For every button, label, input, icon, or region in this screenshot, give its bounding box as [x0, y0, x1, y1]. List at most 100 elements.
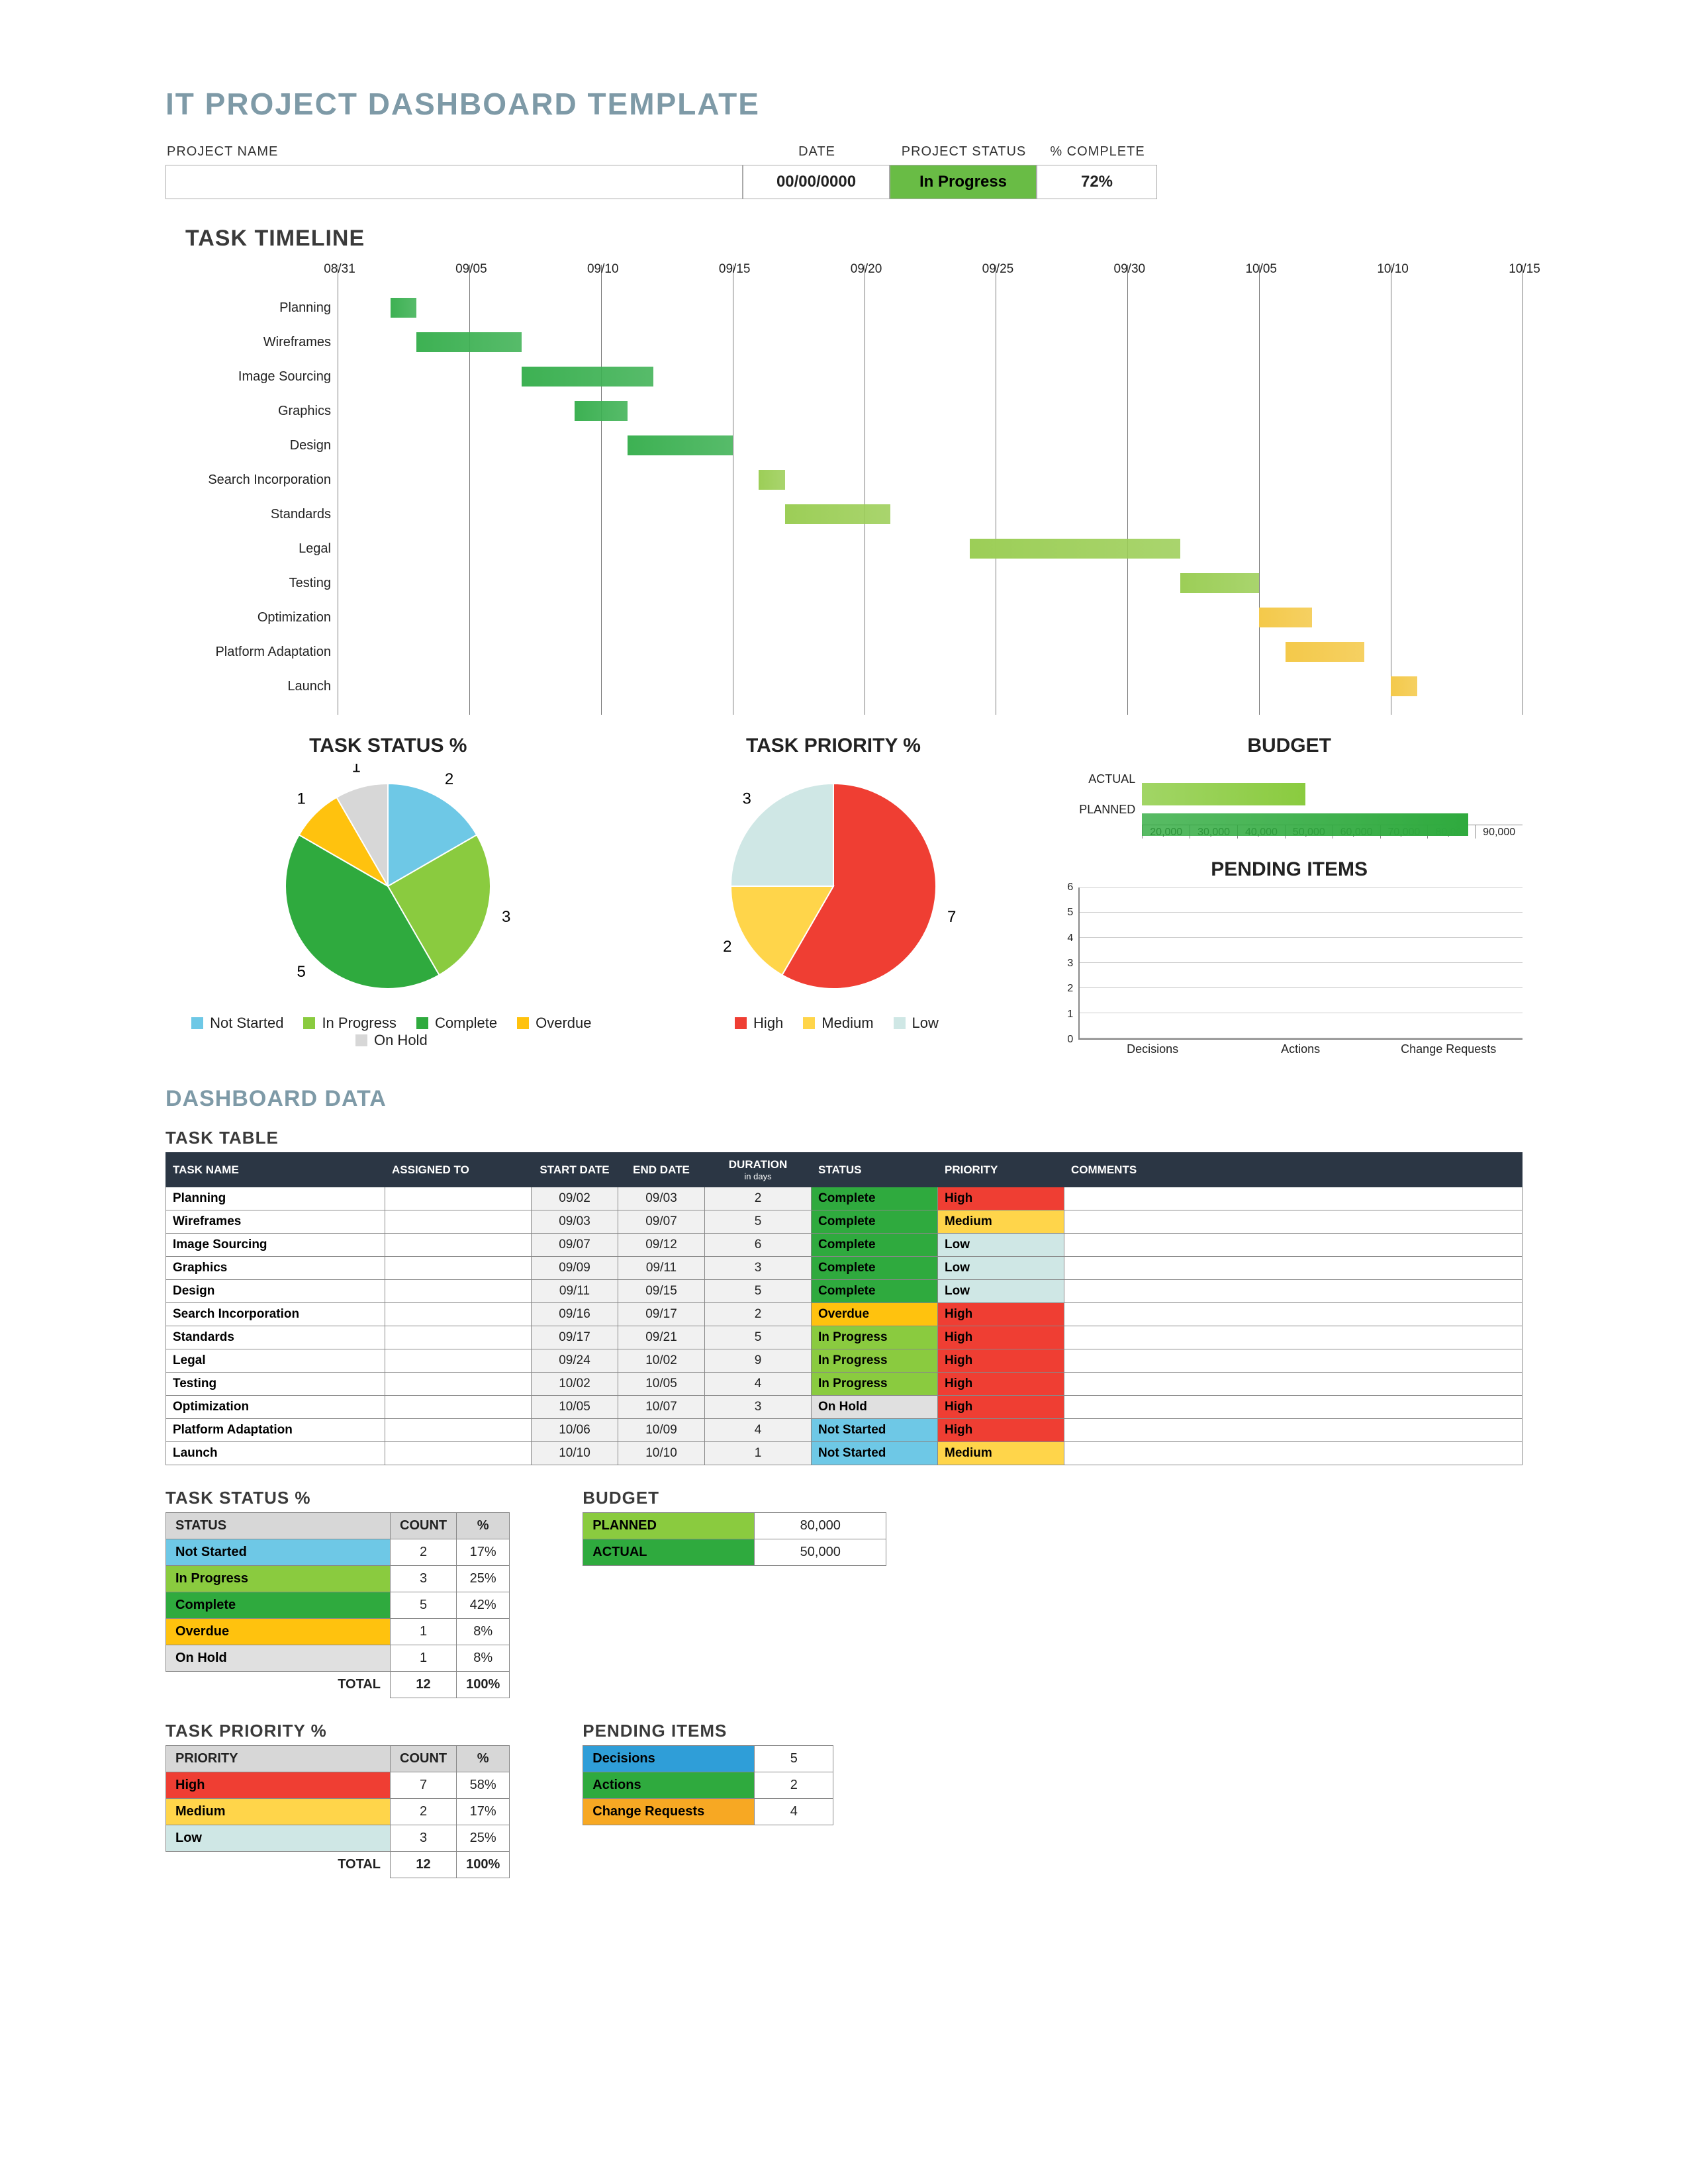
legend-status: Not StartedIn ProgressCompleteOverdueOn … [165, 1015, 611, 1049]
table-row: Search Incorporation09/1609/172OverdueHi… [166, 1303, 1523, 1326]
pending-ytick: 0 [1067, 1034, 1073, 1046]
pending-ytick: 5 [1067, 907, 1073, 919]
table-row: On Hold18% [166, 1645, 510, 1672]
table-row: Actions2 [583, 1772, 833, 1799]
priority-tbl: PRIORITYCOUNT%High758%Medium217%Low325%T… [165, 1745, 510, 1878]
chart-priority-pie: 723 [694, 764, 972, 1002]
budget-bar [1142, 783, 1305, 805]
gantt-tick: 08/31 [320, 262, 359, 277]
title-budget: BUDGET [1056, 735, 1523, 757]
table-row: Standards09/1709/215In ProgressHigh [166, 1326, 1523, 1349]
legend-item: On Hold [349, 1032, 428, 1048]
gantt-row-label: Image Sourcing [165, 369, 331, 385]
gantt-tick: 09/15 [715, 262, 755, 277]
table-row: Medium217% [166, 1799, 510, 1825]
table-row: PLANNED80,000 [583, 1513, 886, 1539]
gantt-tick: 09/05 [451, 262, 491, 277]
title-priority-pie: TASK PRIORITY % [611, 735, 1056, 757]
mid-panels: TASK STATUS % 23511 Not StartedIn Progre… [165, 735, 1523, 1060]
pie-label: 2 [723, 938, 731, 956]
table-row: Not Started217% [166, 1539, 510, 1566]
gantt-bar [522, 367, 653, 387]
table-row: In Progress325% [166, 1566, 510, 1592]
label-project-name: PROJECT NAME [165, 142, 743, 165]
table-row: Graphics09/0909/113CompleteLow [166, 1257, 1523, 1280]
legend-item: Not Started [185, 1015, 283, 1031]
legend-item: Overdue [510, 1015, 591, 1031]
title-priority-tbl: TASK PRIORITY % [165, 1721, 510, 1741]
pending-tbl: Decisions5Actions2Change Requests4 [583, 1745, 833, 1825]
pending-xlabel: Actions [1227, 1042, 1375, 1060]
gantt-tick: 09/20 [847, 262, 886, 277]
pie-label: 3 [502, 908, 510, 926]
input-project-name[interactable] [165, 165, 743, 199]
budget-tick: 90,000 [1475, 825, 1523, 839]
table-row: Legal09/2410/029In ProgressHigh [166, 1349, 1523, 1373]
gantt-row-label: Planning [165, 300, 331, 316]
table-row: ACTUAL50,000 [583, 1539, 886, 1566]
pending-ytick: 1 [1067, 1009, 1073, 1021]
gantt-bar [785, 504, 890, 524]
gantt-row-label: Design [165, 438, 331, 453]
gantt-bar [759, 470, 785, 490]
gantt-chart: 08/31 09/05 09/10 09/15 09/20 09/25 09/30 10/05… [165, 265, 1523, 715]
table-row: Wireframes09/0309/075CompleteMedium [166, 1210, 1523, 1234]
title-budget-tbl: BUDGET [583, 1488, 886, 1508]
section-dashboard-data: DASHBOARD DATA [165, 1086, 1523, 1112]
chart-pending: 0123456DecisionsActionsChange Requests [1056, 887, 1523, 1060]
gantt-bar [628, 435, 733, 455]
pending-xlabel: Decisions [1078, 1042, 1227, 1060]
table-row: Overdue18% [166, 1619, 510, 1645]
title-pending-tbl: PENDING ITEMS [583, 1721, 833, 1741]
title-task-table: TASK TABLE [165, 1128, 1523, 1148]
budget-bar [1142, 813, 1468, 836]
gantt-row-label: Wireframes [165, 335, 331, 350]
gantt-row-label: Platform Adaptation [165, 645, 331, 660]
gantt-row-label: Optimization [165, 610, 331, 625]
label-pct: % COMPLETE [1037, 142, 1157, 165]
project-header: PROJECT NAME DATE 00/00/0000 PROJECT STA… [165, 142, 1523, 199]
gantt-tick: 10/10 [1373, 262, 1413, 277]
gantt-tick: 10/05 [1241, 262, 1281, 277]
gantt-bar [575, 401, 628, 421]
table-row: Decisions5 [583, 1746, 833, 1772]
legend-priority: HighMediumLow [611, 1015, 1056, 1032]
status-tbl: STATUSCOUNT%Not Started217%In Progress32… [165, 1512, 510, 1698]
value-pct: 72% [1037, 165, 1157, 199]
gantt-bar [1180, 573, 1259, 593]
section-timeline: TASK TIMELINE [185, 226, 1523, 251]
pie-label: 2 [445, 770, 453, 788]
gantt-row-label: Launch [165, 679, 331, 694]
gantt-tick: 09/10 [583, 262, 623, 277]
gantt-row-label: Testing [165, 576, 331, 591]
gantt-bar [1259, 608, 1312, 627]
label-date: DATE [743, 142, 890, 165]
table-row: Design09/1109/155CompleteLow [166, 1280, 1523, 1303]
pie-label: 1 [297, 790, 306, 808]
chart-status-pie: 23511 [249, 764, 527, 1002]
gantt-row-label: Legal [165, 541, 331, 557]
gantt-bar [1391, 676, 1417, 696]
gantt-row-label: Search Incorporation [165, 473, 331, 488]
pending-xlabel: Change Requests [1374, 1042, 1523, 1060]
legend-item: Medium [796, 1015, 873, 1031]
input-date[interactable]: 00/00/0000 [743, 165, 890, 199]
gantt-bar [391, 298, 417, 318]
pie-label: 1 [352, 764, 361, 776]
table-row: Optimization10/0510/073On HoldHigh [166, 1396, 1523, 1419]
pending-ytick: 3 [1067, 958, 1073, 970]
gantt-tick: 09/25 [978, 262, 1017, 277]
gantt-tick: 09/30 [1109, 262, 1149, 277]
title-status-pie: TASK STATUS % [165, 735, 611, 757]
legend-item: Low [887, 1015, 939, 1031]
table-row: Testing10/0210/054In ProgressHigh [166, 1373, 1523, 1396]
table-row: Image Sourcing09/0709/126CompleteLow [166, 1234, 1523, 1257]
pie-label: 7 [947, 908, 956, 926]
legend-item: Complete [410, 1015, 497, 1031]
gantt-bar [970, 539, 1180, 559]
budget-tbl: PLANNED80,000ACTUAL50,000 [583, 1512, 886, 1566]
budget-row-label: ACTUAL [1056, 772, 1142, 786]
label-status: PROJECT STATUS [890, 142, 1037, 165]
table-row: High758% [166, 1772, 510, 1799]
table-row: Planning09/0209/032CompleteHigh [166, 1187, 1523, 1210]
